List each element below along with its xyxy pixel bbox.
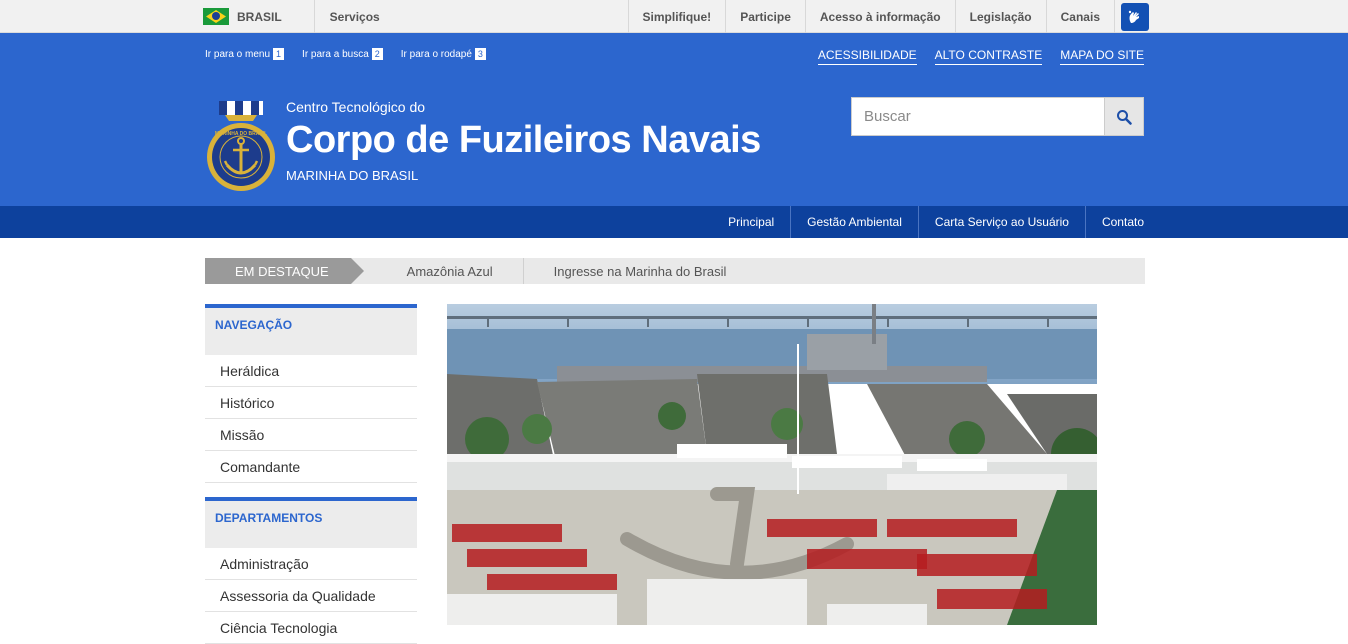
main-nav: Principal Gestão Ambiental Carta Serviço…	[0, 206, 1348, 238]
site-header: Ir para o menu 1 Ir para a busca 2 Ir para…	[0, 33, 1348, 206]
search-box	[851, 97, 1144, 136]
search-input[interactable]	[851, 97, 1105, 136]
gov-link-simplifique[interactable]: Simplifique!	[627, 0, 726, 33]
org-subtitle: MARINHA DO BRASIL	[286, 168, 419, 183]
skip-to-footer[interactable]: Ir para o rodapé 3	[401, 48, 486, 60]
destaque-ingresse-marinha[interactable]: Ingresse na Marinha do Brasil	[522, 258, 757, 284]
featured-photo[interactable]	[447, 304, 1097, 625]
sidebar-item-assessoria-qualidade[interactable]: Assessoria da Qualidade	[205, 580, 417, 612]
navy-crest-logo[interactable]: MARINHA DO BRASIL	[205, 95, 277, 193]
destaque-bar: EM DESTAQUE Amazônia Azul Ingresse na Ma…	[205, 258, 1145, 284]
sidebar-departamentos: DEPARTAMENTOS Administração Assessoria d…	[205, 497, 417, 644]
brasil-link[interactable]: BRASIL	[203, 0, 315, 33]
gov-link-legislacao[interactable]: Legislação	[954, 0, 1046, 33]
acessibilidade-link[interactable]: ACESSIBILIDADE	[817, 48, 917, 65]
search-button[interactable]	[1105, 97, 1144, 136]
sidebar-item-administracao[interactable]: Administração	[205, 548, 417, 580]
gov-links: Simplifique! Participe Acesso à informaç…	[627, 0, 1115, 33]
org-small-title: Centro Tecnológico do	[286, 99, 426, 115]
alto-contraste-link[interactable]: ALTO CONTRASTE	[934, 48, 1043, 65]
vlibras-hands-icon[interactable]	[1121, 2, 1149, 31]
nav-principal[interactable]: Principal	[712, 206, 790, 238]
gov-bar: BRASIL Serviços Simplifique! Participe A…	[0, 0, 1348, 33]
sidebar-heading-navegacao: NAVEGAÇÃO	[205, 304, 417, 355]
nav-carta-servico[interactable]: Carta Serviço ao Usuário	[917, 206, 1085, 238]
servicos-link[interactable]: Serviços	[315, 10, 380, 24]
skip-to-menu[interactable]: Ir para o menu 1	[205, 48, 285, 60]
sidebar-item-heraldica[interactable]: Heráldica	[205, 355, 417, 387]
sidebar-heading-departamentos: DEPARTAMENTOS	[205, 497, 417, 548]
org-title[interactable]: Corpo de Fuzileiros Navais	[286, 119, 761, 162]
sidebar-item-historico[interactable]: Histórico	[205, 387, 417, 419]
skip-links: Ir para o menu 1 Ir para a busca 2 Ir para…	[205, 48, 486, 60]
gov-link-acesso-informacao[interactable]: Acesso à informação	[804, 0, 955, 33]
gov-link-participe[interactable]: Participe	[725, 0, 805, 33]
mapa-do-site-link[interactable]: MAPA DO SITE	[1060, 48, 1144, 65]
search-icon	[1117, 109, 1132, 125]
nav-contato[interactable]: Contato	[1084, 206, 1144, 238]
accessibility-links: ACESSIBILIDADE ALTO CONTRASTE MAPA DO SI…	[817, 48, 1144, 65]
destaque-label: EM DESTAQUE	[205, 258, 364, 284]
destaque-amazonia-azul[interactable]: Amazônia Azul	[391, 258, 523, 284]
sidebar-item-ciencia-tecnologia[interactable]: Ciência Tecnologia	[205, 612, 417, 644]
brazil-flag-icon	[203, 8, 229, 25]
brasil-label: BRASIL	[237, 9, 282, 24]
gov-link-canais[interactable]: Canais	[1045, 0, 1115, 33]
logo-text: MARINHA DO BRASIL	[215, 131, 267, 137]
nav-gestao-ambiental[interactable]: Gestão Ambiental	[790, 206, 918, 238]
sidebar-navegacao: NAVEGAÇÃO Heráldica Histórico Missão Com…	[205, 304, 417, 483]
skip-to-search[interactable]: Ir para a busca 2	[302, 48, 383, 60]
sidebar-item-missao[interactable]: Missão	[205, 419, 417, 451]
sidebar-item-comandante[interactable]: Comandante	[205, 451, 417, 483]
